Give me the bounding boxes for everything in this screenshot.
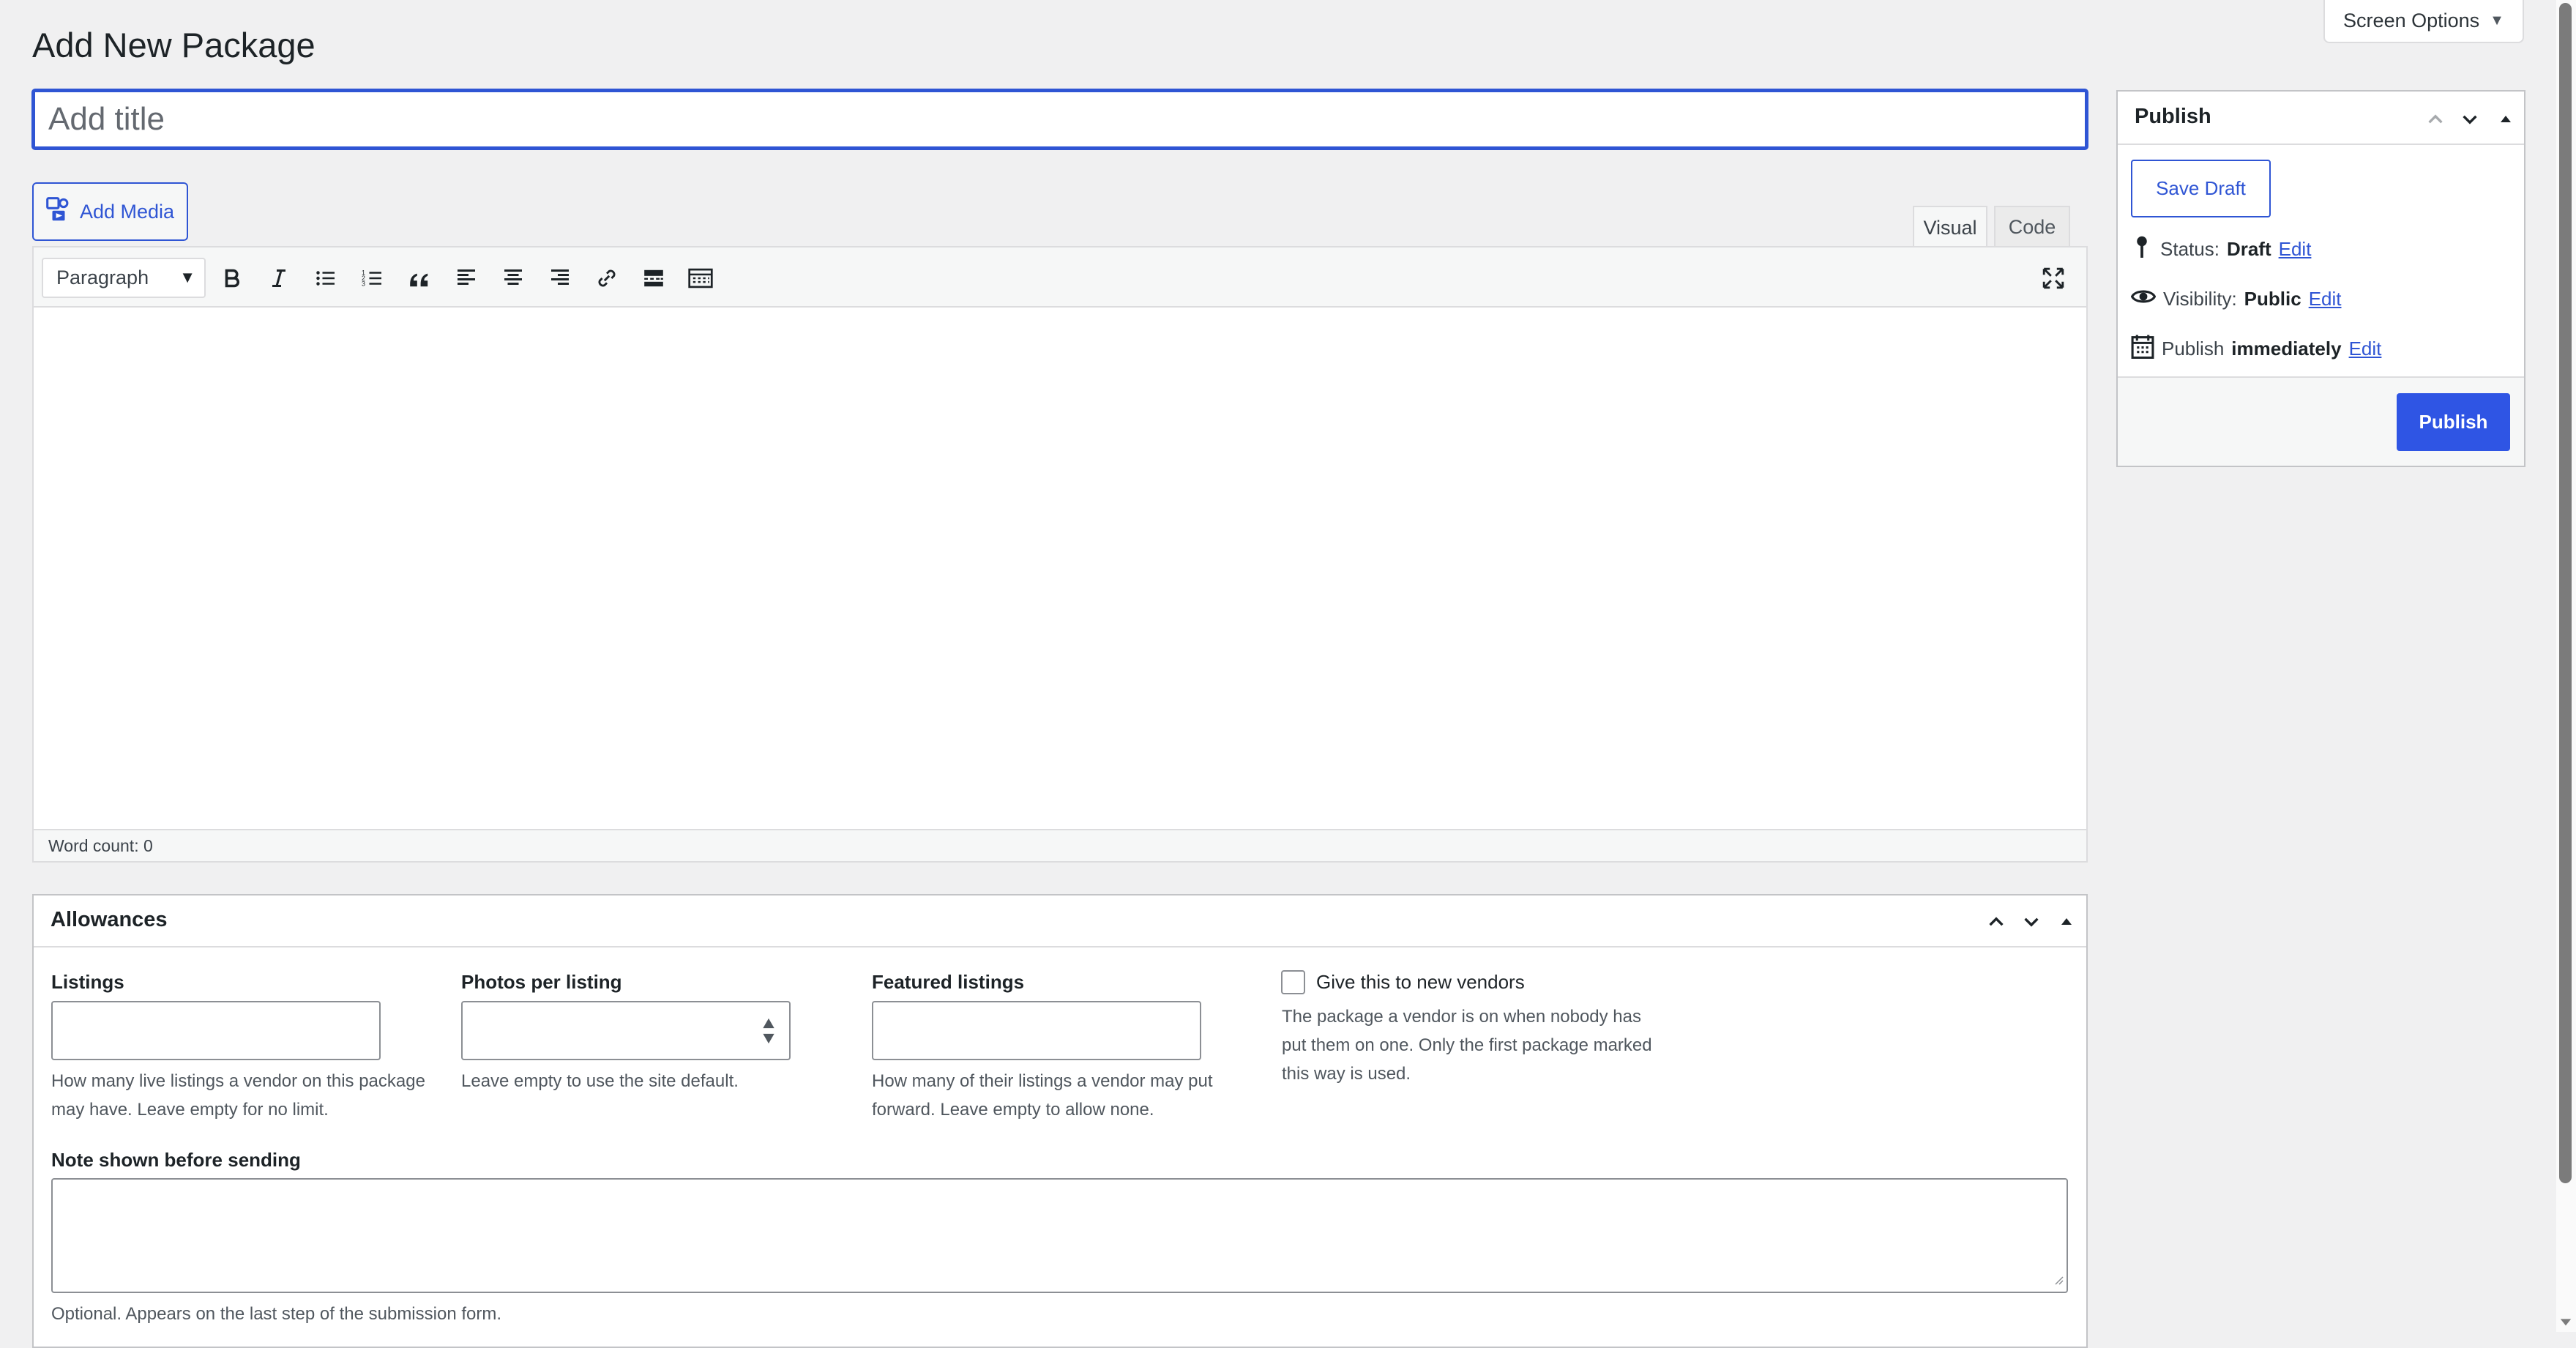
- pin-icon: [2131, 234, 2153, 264]
- collapse-toggle-icon[interactable]: [2495, 106, 2517, 133]
- featured-listings-label: Featured listings: [872, 971, 1025, 993]
- status-value: Draft: [2226, 237, 2271, 260]
- publish-box-title: Publish: [2135, 105, 2211, 128]
- number-stepper-icon[interactable]: [761, 1016, 776, 1050]
- add-media-button[interactable]: Add Media: [32, 182, 188, 241]
- note-label: Note shown before sending: [51, 1149, 301, 1171]
- screen-options-button[interactable]: Screen Options ▼: [2323, 0, 2524, 43]
- status-label: Status:: [2160, 237, 2220, 260]
- visibility-label: Visibility:: [2163, 287, 2237, 310]
- featured-listings-help: How many of their listings a vendor may …: [872, 1071, 1213, 1120]
- allowances-title: Allowances: [51, 908, 168, 931]
- dropdown-arrow-icon: ▼: [179, 268, 195, 286]
- note-textarea[interactable]: [51, 1178, 2068, 1293]
- move-down-icon[interactable]: [2018, 909, 2045, 935]
- publish-button[interactable]: Publish: [2397, 393, 2510, 451]
- link-icon[interactable]: [589, 261, 624, 296]
- resize-handle-icon[interactable]: [2052, 1273, 2064, 1289]
- visibility-value: Public: [2244, 287, 2301, 310]
- align-right-icon[interactable]: [542, 261, 578, 296]
- listings-help: How many live listings a vendor on this …: [51, 1071, 425, 1120]
- title-input[interactable]: [32, 89, 2088, 149]
- format-select[interactable]: Paragraph ▼: [42, 258, 206, 298]
- caret-down-icon: ▼: [2490, 12, 2504, 29]
- bold-icon[interactable]: [214, 261, 250, 296]
- move-up-icon[interactable]: [2422, 106, 2449, 133]
- schedule-label: Publish: [2162, 337, 2225, 360]
- eye-icon: [2130, 286, 2157, 313]
- listings-input[interactable]: [51, 1001, 381, 1060]
- italic-icon[interactable]: [261, 261, 296, 296]
- add-media-label: Add Media: [79, 200, 175, 223]
- tab-code[interactable]: Code: [1994, 206, 2070, 247]
- schedule-value: immediately: [2231, 337, 2342, 360]
- move-down-icon[interactable]: [2457, 106, 2483, 133]
- edit-status-link[interactable]: Edit: [2279, 238, 2312, 261]
- editor-area[interactable]: [32, 246, 2088, 863]
- note-help: Optional. Appears on the last step of th…: [51, 1304, 501, 1324]
- svg-text:3: 3: [362, 280, 365, 288]
- visibility-row: Visibility: Public Edit: [2130, 284, 2342, 313]
- read-more-icon[interactable]: [636, 261, 671, 296]
- give-to-new-vendors-help: The package a vendor is on when nobody h…: [1282, 1007, 1652, 1084]
- format-select-value: Paragraph: [56, 267, 149, 288]
- numbered-list-icon[interactable]: 123: [355, 261, 390, 296]
- word-count: Word count: 0: [34, 829, 2086, 861]
- move-up-icon[interactable]: [1983, 909, 2009, 935]
- give-to-new-vendors-checkbox[interactable]: [1281, 970, 1305, 994]
- listings-label: Listings: [51, 971, 124, 993]
- schedule-row: Publish immediately Edit: [2131, 334, 2381, 363]
- photos-per-listing-help: Leave empty to use the site default.: [461, 1071, 739, 1091]
- screen-options-label: Screen Options: [2343, 10, 2480, 31]
- publish-box-divider: [2118, 144, 2524, 145]
- allowances-divider: [34, 946, 2086, 947]
- give-to-new-vendors-label: Give this to new vendors: [1316, 971, 1525, 993]
- fullscreen-icon[interactable]: [2036, 261, 2071, 296]
- bulleted-list-icon[interactable]: [308, 261, 343, 296]
- photos-per-listing-label: Photos per listing: [461, 971, 622, 993]
- featured-listings-input[interactable]: [872, 1001, 1201, 1060]
- tab-visual[interactable]: Visual: [1913, 206, 1987, 249]
- save-draft-button[interactable]: Save Draft: [2131, 160, 2271, 217]
- align-center-icon[interactable]: [496, 261, 531, 296]
- page-title: Add New Package: [32, 26, 316, 64]
- calendar-icon: [2131, 334, 2154, 364]
- edit-schedule-link[interactable]: Edit: [2349, 338, 2382, 360]
- scroll-down-arrow-icon[interactable]: [2559, 1315, 2572, 1328]
- status-row: Status: Draft Edit: [2131, 234, 2311, 264]
- collapse-toggle-icon[interactable]: [2056, 909, 2077, 935]
- edit-visibility-link[interactable]: Edit: [2309, 288, 2342, 310]
- align-left-icon[interactable]: [449, 261, 484, 296]
- blockquote-icon[interactable]: [402, 261, 437, 296]
- add-media-icon: [46, 196, 71, 227]
- scrollbar-thumb[interactable]: [2559, 3, 2572, 1183]
- toolbar-toggle-icon[interactable]: [683, 261, 718, 296]
- photos-per-listing-input[interactable]: [461, 1001, 791, 1060]
